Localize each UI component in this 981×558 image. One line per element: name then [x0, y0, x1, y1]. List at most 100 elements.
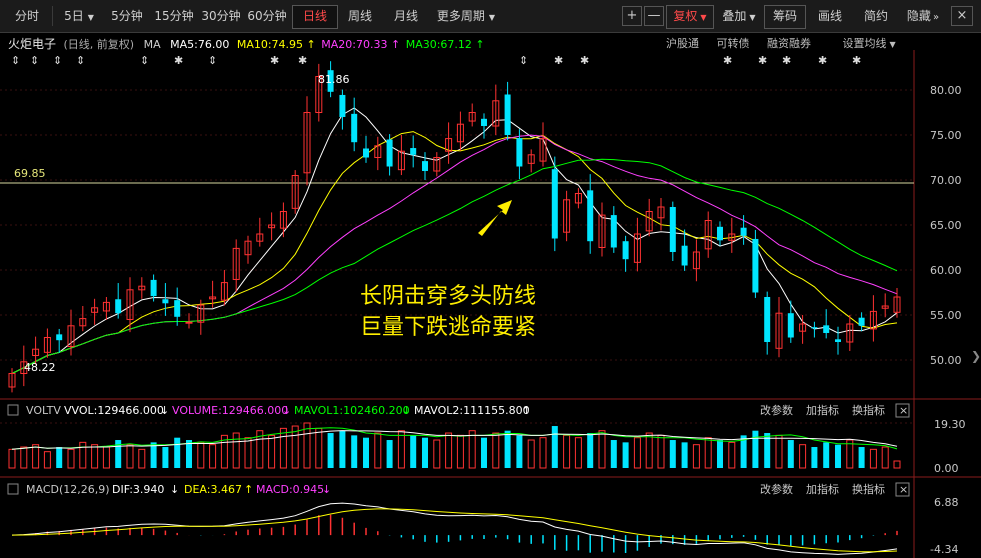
candle-body [351, 113, 358, 143]
volume-bar [869, 448, 877, 469]
add-indicator-button[interactable]: 加指标 [806, 482, 839, 496]
marker-icon[interactable]: ⇕ [519, 54, 528, 67]
link-kezhuanzhai[interactable]: 可转债 [717, 37, 750, 50]
volume-bar [67, 448, 75, 469]
fuquan-button[interactable]: 复权 ▼ [666, 5, 714, 29]
price-tick: 75.00 [930, 129, 962, 142]
volume-bar [669, 440, 676, 468]
volume-bar [422, 437, 428, 468]
chips-button[interactable]: 筹码 [764, 5, 806, 29]
tab-more-periods[interactable]: 更多周期 ▼ [430, 5, 502, 27]
zoom-out-button[interactable]: — [644, 6, 664, 26]
candle-body [752, 238, 759, 293]
overlay-button[interactable]: 叠加 ▼ [716, 5, 762, 27]
volume-bar [91, 444, 99, 469]
star-icon[interactable]: ✱ [270, 54, 279, 67]
tab-fenshi[interactable]: 分时 [4, 5, 50, 27]
star-icon[interactable]: ✱ [723, 54, 732, 67]
star-icon[interactable]: ✱ [818, 54, 827, 67]
volume-bar [8, 448, 16, 469]
marker-icon[interactable]: ⇕ [53, 54, 62, 67]
draw-line-button[interactable]: 画线 [810, 5, 850, 27]
volume-bar [244, 437, 252, 469]
candle-body [669, 207, 676, 252]
volume-bar [752, 430, 759, 468]
link-set-ma[interactable]: 设置均线 ▼ [829, 37, 896, 50]
close-button[interactable]: × [951, 6, 973, 26]
mavol2-value: MAVOL2:111155.800 [414, 404, 530, 417]
tab-5min[interactable]: 5分钟 [104, 5, 150, 27]
candle-body [422, 161, 428, 171]
star-icon[interactable]: ✱ [174, 54, 183, 67]
star-icon[interactable]: ✱ [852, 54, 861, 67]
link-rongzi[interactable]: 融资融券 [767, 37, 811, 50]
volume-bar [775, 434, 783, 469]
price-tick: 50.00 [930, 354, 962, 367]
arrow-up-icon: ↑ [244, 483, 253, 496]
tab-zhouxian[interactable]: 周线 [338, 5, 382, 27]
arrow-down-icon: ↓ [282, 404, 291, 417]
mavol1-value: MAVOL1:102460.200 [294, 404, 410, 417]
volume-bar [32, 444, 40, 469]
candle-body [787, 313, 794, 338]
volume-bar [327, 433, 334, 468]
star-icon[interactable]: ✱ [758, 54, 767, 67]
change-params-button[interactable]: 改参数 [760, 403, 793, 417]
volume-bar [610, 440, 617, 468]
tab-30min[interactable]: 30分钟 [197, 5, 245, 27]
tab-5ri[interactable]: 5日 ▼ [56, 5, 102, 27]
volume-bar [268, 434, 276, 469]
simple-button[interactable]: 简约 [856, 5, 896, 27]
star-icon[interactable]: ✱ [298, 54, 307, 67]
marker-icon[interactable]: ⇕ [208, 54, 217, 67]
volume-bar [468, 430, 476, 469]
marker-icon[interactable]: ⇕ [76, 54, 85, 67]
marker-icon[interactable]: ⇕ [140, 54, 149, 67]
volume-bar [410, 435, 417, 468]
switch-indicator-button[interactable]: 换指标 [852, 403, 885, 417]
set-ma-label: 设置均线 [842, 37, 887, 50]
panel-toggle-icon[interactable] [7, 404, 19, 416]
zoom-in-button[interactable]: + [622, 6, 642, 26]
volume-bar [692, 444, 700, 469]
tab-60min[interactable]: 60分钟 [243, 5, 291, 27]
marker-icon[interactable]: ⇕ [30, 54, 39, 67]
tab-rixian[interactable]: 日线 [292, 5, 338, 29]
low-price-label: 48.22 [24, 361, 56, 374]
candle-body [185, 321, 193, 324]
kline-chart[interactable]: 80.00 75.00 70.00 65.00 60.00 55.00 50.0… [0, 50, 981, 558]
macd-title: MACD(12,26,9) [26, 483, 110, 496]
reference-line-value: 69.85 [14, 167, 46, 180]
volume-bar [209, 444, 217, 469]
panel-toggle-icon[interactable] [7, 483, 19, 495]
star-icon[interactable]: ✱ [580, 54, 589, 67]
candle-body [481, 118, 487, 126]
stock-name: 火炬电子 [8, 37, 57, 51]
star-icon[interactable]: ✱ [554, 54, 563, 67]
marker-icon[interactable]: ⇕ [11, 54, 20, 67]
switch-indicator-button[interactable]: 换指标 [852, 482, 885, 496]
hide-button[interactable]: 隐藏» [900, 5, 946, 27]
add-indicator-button[interactable]: 加指标 [806, 403, 839, 417]
volume-bar [433, 439, 441, 469]
candle-body [823, 325, 830, 333]
tab-yuexian[interactable]: 月线 [384, 5, 428, 27]
tab-15min[interactable]: 15分钟 [150, 5, 198, 27]
volume-bar [197, 441, 205, 469]
chevron-down-icon: ▼ [749, 13, 756, 22]
volume-bar [563, 434, 571, 469]
volume-bar [445, 432, 453, 469]
volume-bar [232, 432, 240, 469]
volume-bar [574, 437, 582, 469]
double-chevron-right-icon: » [932, 12, 940, 23]
volume-bar [787, 440, 794, 468]
change-params-button[interactable]: 改参数 [760, 482, 793, 496]
star-icon[interactable]: ✱ [782, 54, 791, 67]
volume-bar [598, 430, 606, 469]
macd-axis-bottom: -4.34 [930, 543, 958, 556]
candle-body [610, 215, 617, 248]
vvol-value: VVOL:129466.000 [64, 404, 164, 417]
macd-value: MACD:0.945 [256, 483, 324, 496]
link-hugutong[interactable]: 沪股通 [666, 37, 699, 50]
expand-right-icon[interactable]: ❯ [971, 349, 981, 363]
